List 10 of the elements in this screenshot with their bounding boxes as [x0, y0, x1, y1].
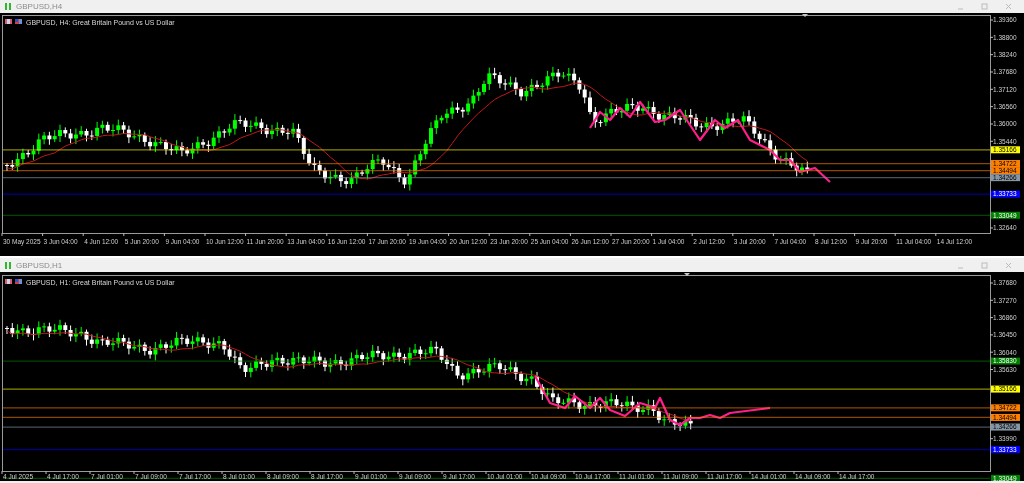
maximize-icon: [980, 261, 988, 269]
maximize-icon: [980, 3, 988, 11]
window-title: GBPUSD,H1: [16, 259, 64, 272]
chart-window-icon: [4, 2, 12, 11]
close-icon: [1004, 261, 1012, 269]
currency-flags-icon: [5, 19, 22, 24]
close-icon: [1004, 3, 1012, 11]
chart-window-icon: [4, 260, 12, 270]
window-title: GBPUSD,H4: [16, 1, 64, 13]
currency-flags-icon: [5, 279, 22, 284]
